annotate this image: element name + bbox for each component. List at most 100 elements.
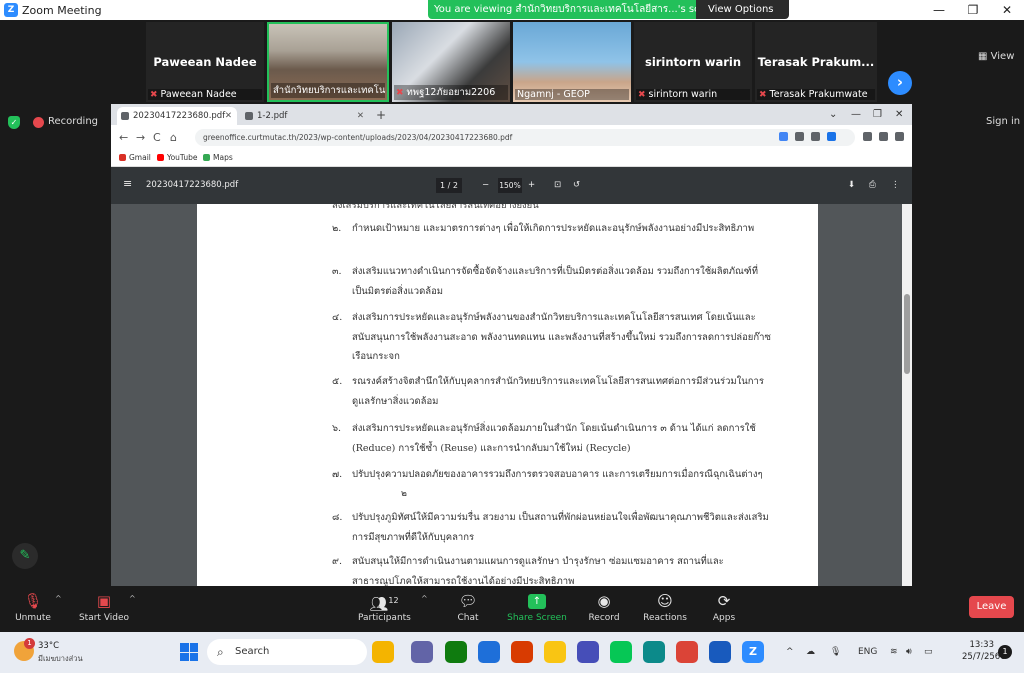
zoom-app-icon[interactable]: Z xyxy=(742,641,764,663)
tray-overflow-chevron-icon[interactable]: ^ xyxy=(786,646,794,658)
participant-display-name: Terasak Prakum... xyxy=(757,55,875,69)
volume-icon[interactable]: 🔊︎ xyxy=(906,646,912,658)
participant-name-label: Ngamnj - GEOP xyxy=(515,89,629,100)
chat-app-icon[interactable] xyxy=(411,641,433,663)
participant-tile[interactable]: Ngamnj - GEOP xyxy=(513,22,631,102)
url-field[interactable]: greenoffice.curtmutac.th/2023/wp-content… xyxy=(195,129,855,146)
next-page-button[interactable]: › xyxy=(888,71,912,95)
item-number: ๔. xyxy=(332,312,343,323)
page-number-input[interactable]: 1 / 2 xyxy=(436,178,462,193)
battery-icon[interactable]: ▭ xyxy=(924,646,933,658)
participant-tile[interactable]: sirintorn warin ✖ sirintorn warin xyxy=(634,22,752,102)
taskbar-search-box[interactable]: ⌕ Search xyxy=(207,639,367,665)
back-button[interactable]: ← xyxy=(119,130,128,145)
word-app-icon[interactable] xyxy=(709,641,731,663)
start-windows-icon[interactable] xyxy=(180,643,198,661)
print-icon[interactable]: ⎙ xyxy=(869,179,876,192)
browser-restore-button[interactable]: ❐ xyxy=(873,107,882,123)
onedrive-icon[interactable]: ☁ xyxy=(806,646,815,658)
browser-tab-active[interactable]: 20230417223680.pdf ✕ xyxy=(117,107,237,125)
forward-button[interactable]: → xyxy=(136,130,145,145)
view-button[interactable]: ▦ View xyxy=(978,51,1014,62)
home-button[interactable]: ⌂ xyxy=(170,130,177,145)
more-menu-icon[interactable] xyxy=(895,132,904,141)
item-text: ปรับปรุงความปลอดภัยของอาคารรวมถึงการตรวจ… xyxy=(352,469,763,480)
muted-mic-icon: ✖ xyxy=(759,90,767,100)
snipping-tool-icon[interactable] xyxy=(511,641,533,663)
close-tab-icon[interactable]: ✕ xyxy=(225,107,232,125)
participant-tile[interactable]: Terasak Prakum... ✖ Terasak Prakumwate xyxy=(755,22,877,102)
pdf-scrollbar[interactable] xyxy=(902,204,912,586)
view-options-button[interactable]: View Options ▾ xyxy=(696,0,789,34)
profile-icon[interactable] xyxy=(879,132,888,141)
chat-button[interactable]: 💬︎ Chat xyxy=(448,586,488,632)
google-icon[interactable] xyxy=(779,132,788,141)
reload-button[interactable]: C xyxy=(153,130,161,145)
item-text: ส่งเสริมการประหยัดและอนุรักษ์สิ่งแวดล้อม… xyxy=(352,423,756,454)
new-tab-button[interactable]: + xyxy=(376,107,386,123)
xbox-app-icon[interactable] xyxy=(445,641,467,663)
rotate-icon[interactable]: ↺ xyxy=(573,179,580,192)
video-off-icon: ▣ xyxy=(96,592,112,610)
annotate-pencil-icon[interactable]: ✎ xyxy=(12,543,38,569)
participant-tile[interactable]: Paweean Nadee ✖ Paweean Nadee xyxy=(146,22,264,102)
zoom-level-input[interactable]: 150% xyxy=(498,178,522,193)
record-button[interactable]: ◉ Record xyxy=(584,586,624,632)
wifi-icon[interactable]: ≋ xyxy=(890,646,898,658)
participant-name: Paweean Nadee xyxy=(160,89,237,100)
minimize-button[interactable]: — xyxy=(922,0,956,20)
item-text: สนับสนุนให้มีการดำเนินงานตามแผนการดูแลรั… xyxy=(352,556,724,586)
phone-link-app-icon[interactable] xyxy=(478,641,500,663)
sign-in-link[interactable]: Sign in xyxy=(986,116,1020,127)
security-shield-icon[interactable]: ✓ xyxy=(8,116,20,129)
zoom-in-button[interactable]: + xyxy=(528,179,535,192)
reactions-button[interactable]: ☺︎ Reactions xyxy=(640,586,690,632)
browser-minimize-button[interactable]: — xyxy=(851,107,861,123)
file-explorer-icon[interactable] xyxy=(544,641,566,663)
participant-tile-active-speaker[interactable]: สำนักวิทยบริการและเทคโนโลยี... xyxy=(267,22,389,102)
fit-page-icon[interactable]: ⊡ xyxy=(554,179,561,192)
item-text: กำหนดเป้าหมาย และมาตรการต่างๆ เพื่อให้เก… xyxy=(352,223,755,234)
scrollbar-thumb[interactable] xyxy=(904,294,910,374)
edge-browser-icon[interactable] xyxy=(643,641,665,663)
bookmark-gmail[interactable]: Gmail xyxy=(119,153,151,162)
pdf-menu-icon[interactable]: ≡ xyxy=(123,177,132,190)
extension-icon[interactable] xyxy=(827,132,836,141)
system-clock[interactable]: 13:33 25/7/2566 xyxy=(962,639,1006,663)
tab-search-icon[interactable]: ⌄ xyxy=(829,107,837,123)
video-options-chevron-icon[interactable]: ^ xyxy=(129,594,136,603)
teams-app-icon[interactable] xyxy=(577,641,599,663)
microphone-tray-icon[interactable]: 🎙︎ xyxy=(830,646,841,658)
reactions-icon: ☺︎ xyxy=(657,592,673,610)
share-icon[interactable] xyxy=(795,132,804,141)
recording-label[interactable]: Recording xyxy=(48,116,98,127)
unmute-button[interactable]: 🎙︎ Unmute xyxy=(10,586,56,632)
language-indicator[interactable]: ENG xyxy=(858,646,877,658)
start-video-button[interactable]: ▣ Start Video xyxy=(78,586,130,632)
bookmark-star-icon[interactable] xyxy=(811,132,820,141)
participant-tile[interactable]: ✖ ทพฐ12ภัยอยาม2206 xyxy=(392,22,510,102)
share-screen-button[interactable]: ↑ Share Screen xyxy=(507,586,567,632)
audio-options-chevron-icon[interactable]: ^ xyxy=(55,594,62,603)
item-number: ๕. xyxy=(332,376,343,387)
leave-button[interactable]: Leave xyxy=(969,596,1014,618)
zoom-out-button[interactable]: − xyxy=(482,179,489,192)
sidebar-icon[interactable] xyxy=(863,132,872,141)
close-window-button[interactable]: ✕ xyxy=(990,0,1024,20)
close-tab-icon[interactable]: ✕ xyxy=(357,107,364,125)
widgets-app-icon[interactable] xyxy=(372,641,394,663)
browser-tab[interactable]: 1-2.pdf ✕ xyxy=(241,107,369,125)
line-app-icon[interactable] xyxy=(610,641,632,663)
pdf-more-icon[interactable]: ⋮ xyxy=(891,179,900,192)
participants-chevron-icon[interactable]: ^ xyxy=(421,594,428,603)
bookmark-youtube[interactable]: YouTube xyxy=(157,153,198,162)
participants-button[interactable]: 👥︎12 Participants xyxy=(358,586,411,632)
browser-close-button[interactable]: ✕ xyxy=(895,107,903,123)
maximize-button[interactable]: ❐ xyxy=(956,0,990,20)
bookmark-maps[interactable]: Maps xyxy=(203,153,233,162)
notification-badge[interactable]: 1 xyxy=(998,645,1012,659)
share-screen-icon: ↑ xyxy=(507,586,567,612)
download-icon[interactable]: ⬇ xyxy=(848,179,855,192)
chrome-browser-icon[interactable] xyxy=(676,641,698,663)
apps-button[interactable]: ⟳ Apps xyxy=(706,586,742,632)
